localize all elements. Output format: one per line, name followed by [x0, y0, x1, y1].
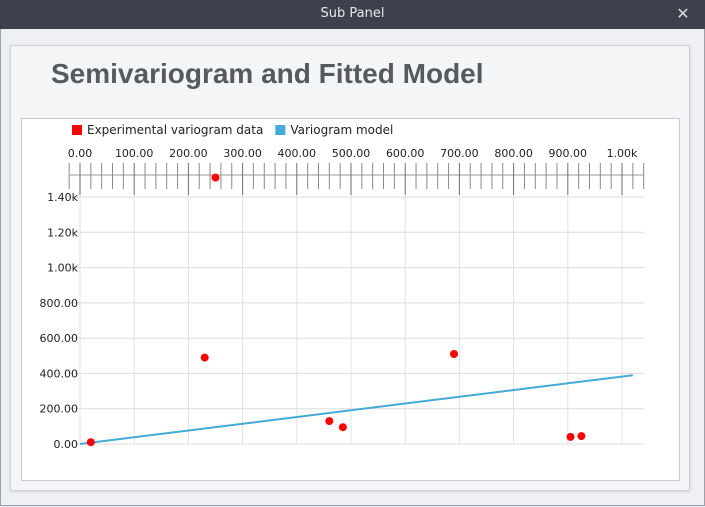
x-tick-label: 500.00: [332, 147, 371, 160]
legend-label: Variogram model: [290, 123, 393, 137]
chart-container: Experimental variogram data Variogram mod…: [21, 118, 680, 481]
close-icon[interactable]: ✕: [675, 4, 691, 24]
variogram-model-line: [79, 374, 633, 445]
x-tick-label: 300.00: [223, 147, 262, 160]
experimental-data-point: [211, 173, 220, 182]
y-tick-label: 1.00k: [47, 262, 78, 275]
chart-legend: Experimental variogram data Variogram mod…: [72, 123, 393, 137]
grid-lines: [70, 195, 644, 445]
experimental-data-point: [577, 432, 586, 441]
x-tick-label: 400.00: [278, 147, 317, 160]
legend-label: Experimental variogram data: [87, 123, 263, 137]
page-title: Semivariogram and Fitted Model: [51, 58, 484, 89]
y-axis: 0.00 200.00 400.00 600.00 800.00 1.00k 1.20k 1.…: [40, 191, 79, 451]
experimental-data-point: [450, 350, 458, 358]
y-tick-label: 600.00: [40, 332, 79, 345]
x-tick-label: 900.00: [549, 147, 588, 160]
experimental-data-point: [566, 432, 575, 441]
content-card: Semivariogram and Fitted Model Experimen…: [10, 45, 690, 491]
y-tick-label: 1.40k: [47, 191, 78, 204]
y-tick-label: 1.20k: [47, 226, 78, 239]
window-body: Semivariogram and Fitted Model Experimen…: [0, 29, 705, 506]
legend-swatch: [72, 125, 82, 135]
x-tick-label: 800.00: [494, 147, 533, 160]
title-bar: Sub Panel ✕: [0, 0, 705, 29]
experimental-data-point: [86, 438, 95, 447]
x-tick-label: 200.00: [169, 147, 208, 160]
y-tick-label: 0.00: [54, 438, 79, 451]
x-tick-label: 700.00: [440, 147, 479, 160]
x-tick-label: 600.00: [386, 147, 425, 160]
experimental-data-point: [325, 417, 334, 426]
data-series: [79, 173, 633, 447]
x-tick-label: 100.00: [115, 147, 154, 160]
legend-swatch: [275, 125, 286, 135]
x-tick-label: 1.00k: [607, 147, 638, 160]
semivariogram-chart: Experimental variogram data Variogram mod…: [40, 123, 645, 451]
experimental-data-point: [200, 353, 209, 362]
y-tick-label: 400.00: [40, 367, 79, 380]
experimental-data-point: [338, 423, 347, 432]
y-tick-label: 800.00: [40, 297, 79, 310]
y-tick-label: 200.00: [40, 403, 79, 416]
x-axis: 0.00 100.00 200.00 300.00 400.00 500.00 600.00…: [68, 147, 645, 195]
window-title: Sub Panel: [320, 6, 385, 21]
x-tick-label: 0.00: [68, 147, 93, 160]
